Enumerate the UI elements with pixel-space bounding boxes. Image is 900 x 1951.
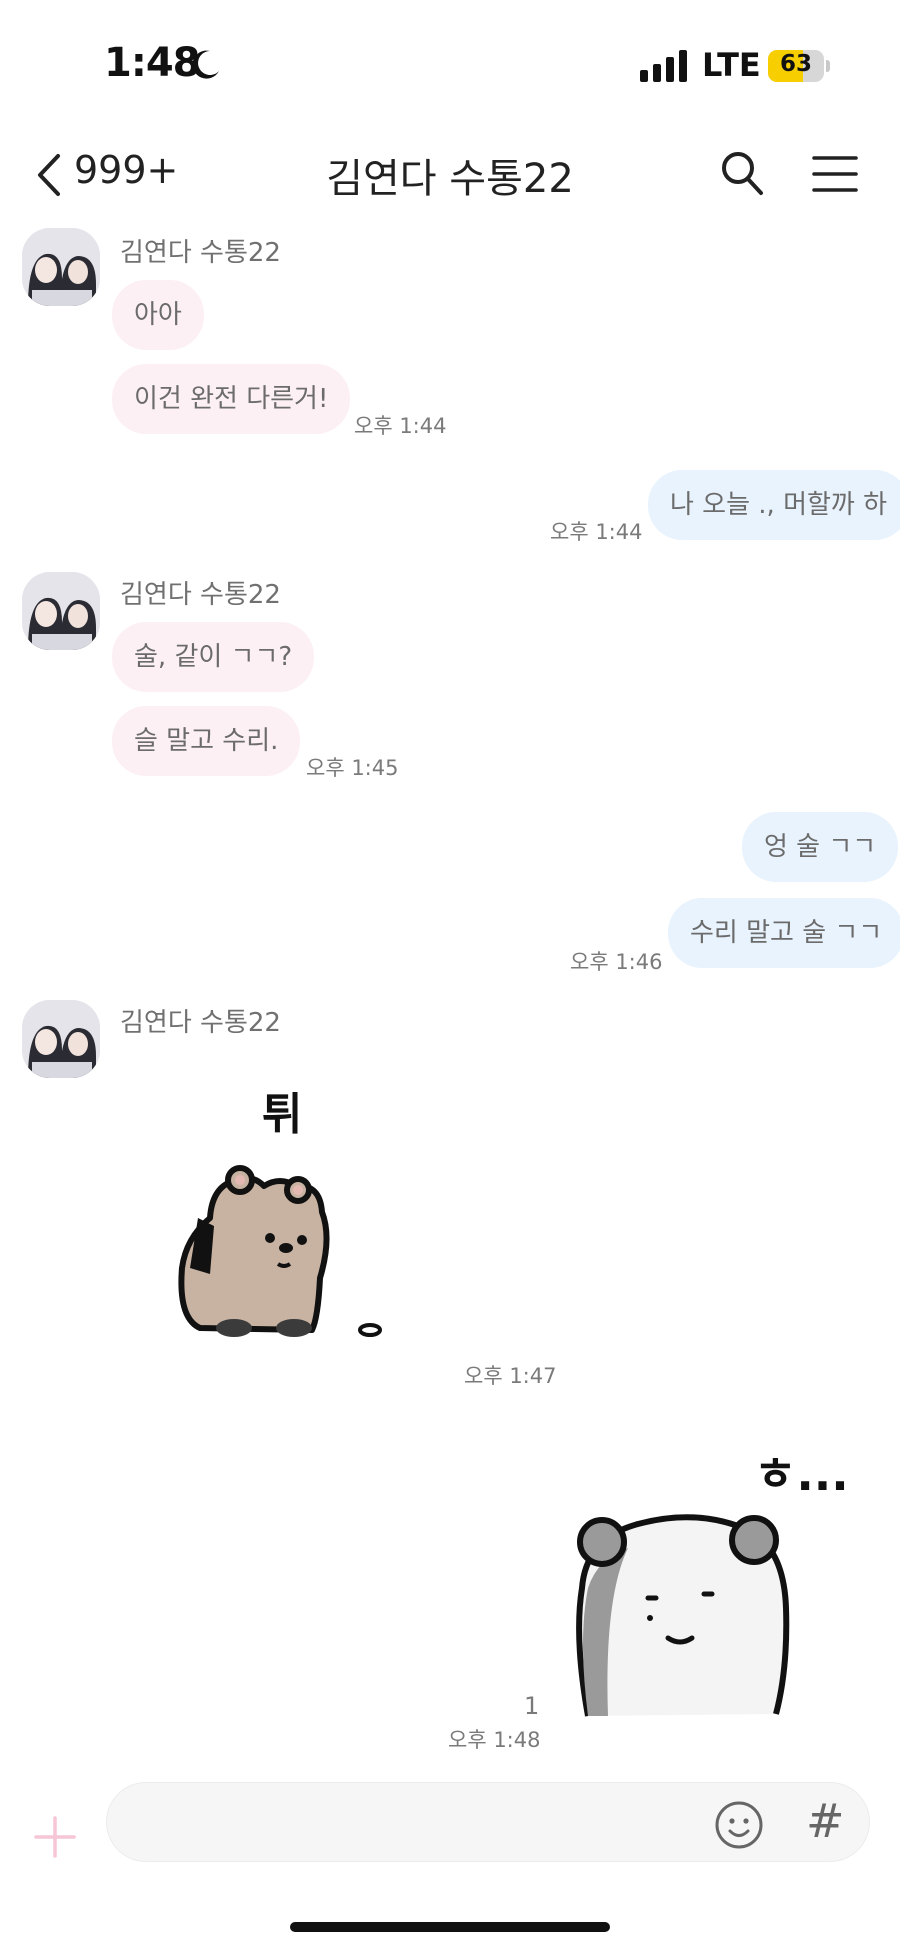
emoji-icon[interactable] [714, 1800, 764, 1850]
status-time: 1:48 [104, 40, 200, 86]
avatar-photo-icon [22, 1000, 100, 1078]
back-chevron-icon[interactable] [34, 152, 64, 198]
incoming-message[interactable]: 아아 [112, 280, 204, 350]
sender-avatar[interactable] [22, 572, 100, 650]
battery-level: 63 [779, 51, 812, 77]
message-time: 오후 1:46 [570, 950, 663, 974]
chat-title: 김연다 수통22 [326, 156, 574, 202]
sender-avatar[interactable] [22, 1000, 100, 1078]
incoming-message[interactable]: 이건 완전 다른거! [112, 364, 351, 434]
message-time: 오후 1:48 [448, 1728, 541, 1752]
message-time: 오후 1:47 [464, 1364, 557, 1388]
battery-tip [826, 60, 830, 72]
avatar-photo-icon [22, 228, 100, 306]
sender-name: 김연다 수통22 [120, 580, 281, 610]
signal-icon [640, 50, 687, 82]
battery-indicator: 63 [768, 50, 830, 82]
sender-avatar[interactable] [22, 228, 100, 306]
message-time: 오후 1:44 [550, 520, 643, 544]
message-input[interactable] [135, 1783, 699, 1863]
unread-count[interactable]: 999+ [74, 148, 178, 192]
incoming-message[interactable]: 술, 같이 ㄱㄱ? [112, 622, 315, 692]
sender-name: 김연다 수통22 [120, 1008, 281, 1038]
message-time: 오후 1:45 [306, 756, 399, 780]
sticker-text: ㅎ... [754, 1447, 849, 1501]
network-type: LTE [702, 46, 761, 84]
outgoing-message[interactable]: 나 오늘 ., 머할까 하 [648, 470, 900, 540]
bear-sticker[interactable]: ㅎ... [568, 1438, 868, 1728]
menu-icon[interactable] [812, 154, 858, 194]
message-time: 오후 1:44 [354, 414, 447, 438]
outgoing-message[interactable]: 엉 술 ㄱㄱ [742, 812, 899, 882]
outgoing-message[interactable]: 수리 말고 술 ㄱㄱ [668, 898, 900, 968]
moon-icon [192, 50, 219, 79]
plus-icon[interactable] [30, 1812, 80, 1862]
avatar-photo-icon [22, 572, 100, 650]
sender-name: 김연다 수통22 [120, 238, 281, 268]
bear-sticker[interactable]: 튀 [170, 1068, 400, 1358]
search-icon[interactable] [720, 150, 764, 196]
hashtag-icon[interactable]: # [806, 1794, 845, 1848]
incoming-message[interactable]: 슬 말고 수리. [112, 706, 301, 776]
unread-indicator: 1 [524, 1692, 540, 1720]
sticker-text: 튀 [262, 1089, 303, 1140]
home-indicator[interactable] [290, 1922, 610, 1932]
